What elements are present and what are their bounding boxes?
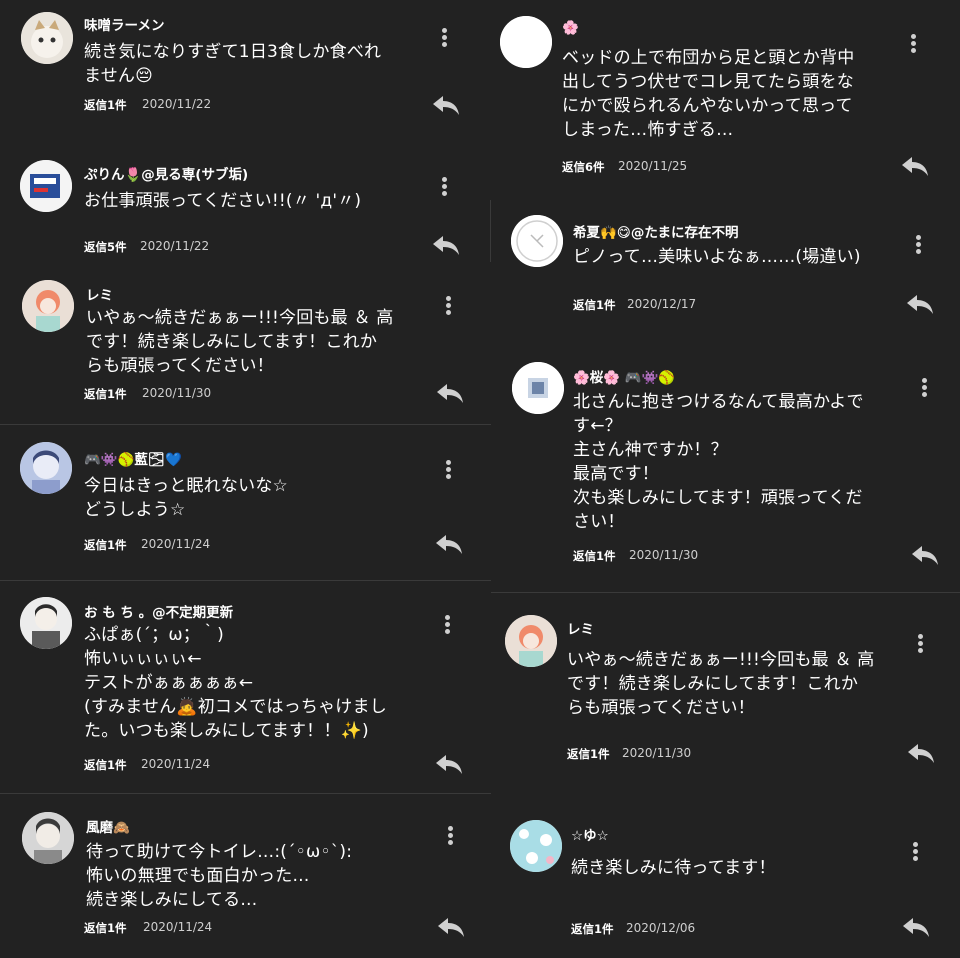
reply-arrow-icon[interactable] bbox=[436, 382, 464, 404]
comment-date: 2020/11/30 bbox=[622, 746, 692, 760]
reply-count-link[interactable]: 返信1件 bbox=[573, 297, 616, 313]
avatar[interactable] bbox=[22, 280, 74, 332]
comment-item: レミ いやぁ〜続きだぁぁー!!!今回も最 ＆ 高 です！続き楽しみにしてます！こ… bbox=[0, 270, 491, 420]
comment-body: ふぱぁ(´；ω；｀) 怖いぃぃぃぃ← テストがぁぁぁぁぁ← (すみません🙇初コメ… bbox=[84, 625, 387, 741]
reply-arrow-icon[interactable] bbox=[906, 293, 934, 315]
reply-arrow-icon[interactable] bbox=[902, 916, 930, 938]
comment-item: 🌸桜🌸 🎮👾🥎 北さんに抱きつけるなんて最高かよで す←？ 主さん神ですか！？ … bbox=[491, 352, 960, 587]
comment-item: 味噌ラーメン 続き気になりすぎて1日3食しか食べれ ません😔 返信1件 2020… bbox=[0, 0, 491, 140]
commenter-name[interactable]: ぷりん🌷@見る専(サブ垢) bbox=[84, 163, 248, 183]
reply-count-link[interactable]: 返信1件 bbox=[84, 386, 127, 402]
reply-arrow-icon[interactable] bbox=[435, 753, 463, 775]
reply-count-link[interactable]: 返信1件 bbox=[567, 746, 610, 762]
avatar[interactable] bbox=[510, 820, 562, 872]
reply-count-link[interactable]: 返信1件 bbox=[573, 548, 616, 564]
commenter-name[interactable]: お も ち 。@不定期更新 bbox=[84, 601, 233, 621]
comment-body: いやぁ〜続きだぁぁー!!!今回も最 ＆ 高 です！続き楽しみにしてます！これか … bbox=[86, 308, 394, 376]
comment-item: 🌸 ベッドの上で布団から足と頭とか背中 出してうつ伏せでコレ見てたら頭をな にか… bbox=[491, 0, 960, 190]
comment-date: 2020/11/22 bbox=[140, 239, 210, 253]
left-comment-column: 味噌ラーメン 続き気になりすぎて1日3食しか食べれ ません😔 返信1件 2020… bbox=[0, 0, 491, 958]
reply-count-link[interactable]: 返信1件 bbox=[571, 921, 614, 937]
comment-date: 2020/12/06 bbox=[626, 921, 696, 935]
reply-arrow-icon[interactable] bbox=[911, 544, 939, 566]
more-options-icon[interactable] bbox=[443, 824, 457, 848]
comment-item: レミ いやぁ〜続きだぁぁー!!!今回も最 ＆ 高 です！続き楽しみにしてます！こ… bbox=[491, 600, 960, 790]
comment-date: 2020/11/24 bbox=[141, 757, 211, 771]
comment-item: ☆ゆ☆ 続き楽しみに待ってます！ 返信1件 2020/12/06 bbox=[491, 810, 960, 958]
comment-item: 希夏🙌😋@たまに存在不明 ピノって…美味いよなぁ……(場違い) 返信1件 202… bbox=[491, 205, 960, 340]
commenter-name[interactable]: 🌸 bbox=[562, 20, 579, 36]
more-options-icon[interactable] bbox=[906, 32, 920, 56]
divider bbox=[0, 793, 491, 794]
avatar[interactable] bbox=[20, 442, 72, 494]
comment-body: 続き気になりすぎて1日3食しか食べれ ません😔 bbox=[84, 42, 382, 86]
commenter-name[interactable]: 風磨🙈 bbox=[86, 816, 130, 836]
reply-arrow-icon[interactable] bbox=[432, 234, 460, 256]
divider bbox=[491, 592, 960, 593]
commenter-name[interactable]: 🎮👾🥎藍🌫💙 bbox=[84, 448, 182, 468]
reply-count-link[interactable]: 返信1件 bbox=[84, 757, 127, 773]
reply-count-link[interactable]: 返信5件 bbox=[84, 239, 127, 255]
reply-count-link[interactable]: 返信1件 bbox=[84, 920, 127, 936]
commenter-name[interactable]: 希夏🙌😋@たまに存在不明 bbox=[573, 221, 738, 241]
comment-body: 今日はきっと眠れないな☆ どうしよう☆ bbox=[84, 476, 288, 520]
divider bbox=[0, 424, 491, 425]
commenter-name[interactable]: 🌸桜🌸 🎮👾🥎 bbox=[573, 366, 675, 386]
comment-date: 2020/11/25 bbox=[618, 159, 688, 173]
comment-date: 2020/11/30 bbox=[629, 548, 699, 562]
more-options-icon[interactable] bbox=[440, 613, 454, 637]
more-options-icon[interactable] bbox=[441, 458, 455, 482]
right-comment-column: 🌸 ベッドの上で布団から足と頭とか背中 出してうつ伏せでコレ見てたら頭をな にか… bbox=[491, 0, 960, 958]
more-options-icon[interactable] bbox=[441, 294, 455, 318]
more-options-icon[interactable] bbox=[911, 233, 925, 257]
avatar[interactable] bbox=[500, 16, 552, 68]
comment-body: ベッドの上で布団から足と頭とか背中 出してうつ伏せでコレ見てたら頭をな にかで殴… bbox=[562, 48, 855, 140]
reply-arrow-icon[interactable] bbox=[907, 742, 935, 764]
comment-body: 待って助けて今トイレ…:(´◦ω◦`): 怖いの無理でも面白かった… 続き楽しみ… bbox=[86, 842, 353, 910]
comment-date: 2020/11/30 bbox=[142, 386, 212, 400]
more-options-icon[interactable] bbox=[917, 376, 931, 400]
comment-item: 🎮👾🥎藍🌫💙 今日はきっと眠れないな☆ どうしよう☆ 返信1件 2020/11/… bbox=[0, 430, 491, 578]
avatar[interactable] bbox=[511, 215, 563, 267]
avatar[interactable] bbox=[20, 597, 72, 649]
comment-date: 2020/11/24 bbox=[141, 537, 211, 551]
commenter-name[interactable]: レミ bbox=[567, 618, 594, 638]
comment-body: お仕事頑張ってください!!(〃 'д'〃) bbox=[84, 191, 362, 211]
avatar[interactable] bbox=[22, 812, 74, 864]
avatar[interactable] bbox=[20, 160, 72, 212]
reply-count-link[interactable]: 返信1件 bbox=[84, 537, 127, 553]
more-options-icon[interactable] bbox=[437, 26, 451, 50]
comment-item: ぷりん🌷@見る専(サブ垢) お仕事頑張ってください!!(〃 'д'〃) 返信5件… bbox=[0, 145, 491, 263]
comment-date: 2020/11/24 bbox=[143, 920, 213, 934]
comment-body: 続き楽しみに待ってます！ bbox=[571, 858, 776, 878]
comment-body: ピノって…美味いよなぁ……(場違い) bbox=[573, 247, 861, 267]
commenter-name[interactable]: 味噌ラーメン bbox=[84, 14, 164, 34]
reply-arrow-icon[interactable] bbox=[432, 94, 460, 116]
divider bbox=[0, 580, 491, 581]
reply-arrow-icon[interactable] bbox=[901, 155, 929, 177]
avatar[interactable] bbox=[512, 362, 564, 414]
comment-date: 2020/12/17 bbox=[627, 297, 697, 311]
reply-arrow-icon[interactable] bbox=[437, 916, 465, 938]
reply-arrow-icon[interactable] bbox=[435, 533, 463, 555]
commenter-name[interactable]: レミ bbox=[86, 284, 113, 304]
comment-body: 北さんに抱きつけるなんて最高かよで す←？ 主さん神ですか！？ 最高です！ 次も… bbox=[573, 392, 864, 532]
comment-item: 風磨🙈 待って助けて今トイレ…:(´◦ω◦`): 怖いの無理でも面白かった… 続… bbox=[0, 800, 491, 958]
more-options-icon[interactable] bbox=[908, 840, 922, 864]
reply-count-link[interactable]: 返信6件 bbox=[562, 159, 605, 175]
comment-date: 2020/11/22 bbox=[142, 97, 212, 111]
commenter-name[interactable]: ☆ゆ☆ bbox=[571, 824, 609, 844]
comment-item: お も ち 。@不定期更新 ふぱぁ(´；ω；｀) 怖いぃぃぃぃ← テストがぁぁぁ… bbox=[0, 585, 491, 790]
reply-count-link[interactable]: 返信1件 bbox=[84, 97, 127, 113]
avatar[interactable] bbox=[21, 12, 73, 64]
more-options-icon[interactable] bbox=[437, 175, 451, 199]
comment-body: いやぁ〜続きだぁぁー!!!今回も最 ＆ 高 です！続き楽しみにしてます！これか … bbox=[567, 650, 875, 718]
more-options-icon[interactable] bbox=[913, 632, 927, 656]
avatar[interactable] bbox=[505, 615, 557, 667]
